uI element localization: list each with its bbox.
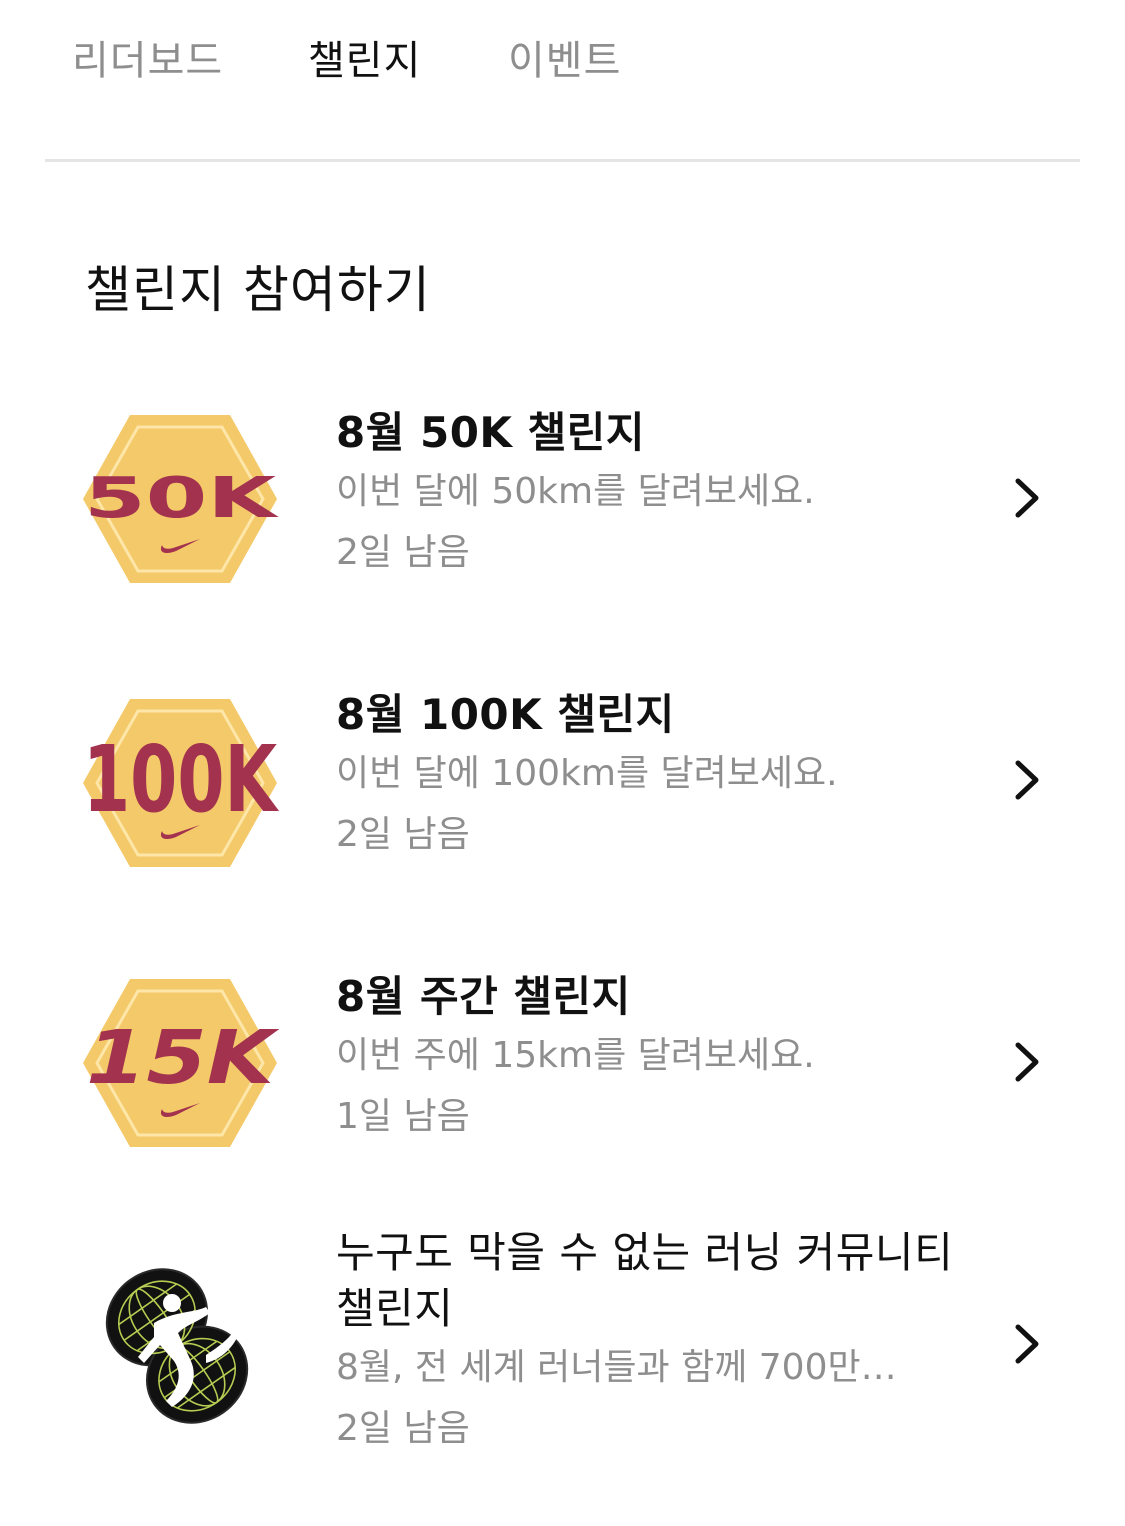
challenge-text: 8월 주간 챌린지 이번 주에 15km를 달려보세요. 1일 남음 (336, 969, 946, 1147)
challenge-remaining: 2일 남음 (336, 1408, 470, 1449)
chevron-right-icon[interactable] (1008, 473, 1044, 523)
challenge-badge-15k: 15K (83, 979, 279, 1147)
challenge-description: 이번 달에 50km를 달려보세요. (336, 471, 815, 512)
challenge-description: 8월, 전 세계 러너들과 함께 700만… (336, 1347, 897, 1388)
tab-bar: 리더보드 챌린지 이벤트 (0, 0, 1125, 162)
challenge-text: 8월 100K 챌린지 이번 달에 100km를 달려보세요. 2일 남음 (336, 687, 946, 865)
chevron-right-icon[interactable] (1008, 1037, 1044, 1087)
runner-globe-icon (105, 1268, 249, 1424)
tab-divider (45, 159, 1080, 162)
challenge-text: 누구도 막을 수 없는 러닝 커뮤니티 챌린지 8월, 전 세계 러너들과 함께… (336, 1225, 956, 1459)
challenge-remaining: 2일 남음 (336, 532, 470, 573)
challenge-remaining: 2일 남음 (336, 814, 470, 855)
challenge-badge-50k: 50K (83, 415, 280, 583)
challenge-row-15k[interactable]: 15K 8월 주간 챌린지 이번 주에 15km를 달려보세요. 1일 남음 (0, 959, 1125, 1239)
section-title: 챌린지 참여하기 (85, 261, 431, 319)
chevron-right-icon[interactable] (1008, 755, 1044, 805)
challenge-text: 8월 50K 챌린지 이번 달에 50km를 달려보세요. 2일 남음 (336, 405, 946, 583)
challenge-title: 누구도 막을 수 없는 러닝 커뮤니티 챌린지 (336, 1228, 954, 1333)
challenge-row-100k[interactable]: 100K 8월 100K 챌린지 이번 달에 100km를 달려보세요. 2일 … (0, 677, 1125, 957)
challenge-title: 8월 주간 챌린지 (336, 972, 631, 1021)
challenge-row-community[interactable]: 누구도 막을 수 없는 러닝 커뮤니티 챌린지 8월, 전 세계 러너들과 함께… (0, 1225, 1125, 1505)
tab-events[interactable]: 이벤트 (508, 28, 621, 86)
tab-challenges[interactable]: 챌린지 (308, 28, 421, 86)
tab-leaderboard[interactable]: 리더보드 (72, 28, 223, 86)
badge-text: 50K (84, 466, 280, 531)
chevron-right-icon[interactable] (1008, 1319, 1044, 1369)
badge-text: 100K (83, 726, 280, 833)
badge-text: 15K (86, 1015, 279, 1101)
challenge-description: 이번 달에 100km를 달려보세요. (336, 753, 838, 794)
challenge-title: 8월 50K 챌린지 (336, 408, 646, 457)
challenge-remaining: 1일 남음 (336, 1096, 470, 1137)
challenge-badge-100k: 100K (83, 699, 280, 867)
challenge-title: 8월 100K 챌린지 (336, 690, 675, 739)
challenge-row-50k[interactable]: 50K 8월 50K 챌린지 이번 달에 50km를 달려보세요. 2일 남음 (0, 395, 1125, 675)
challenge-description: 이번 주에 15km를 달려보세요. (336, 1035, 815, 1076)
